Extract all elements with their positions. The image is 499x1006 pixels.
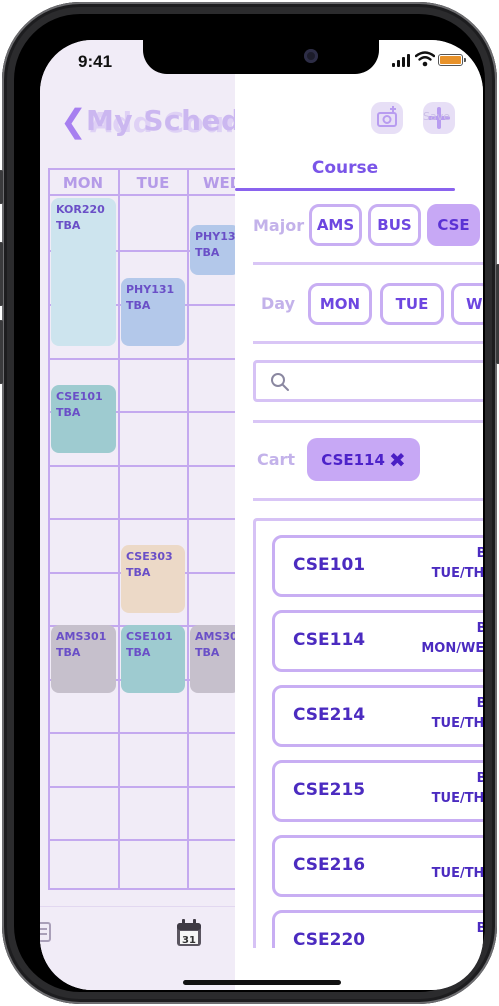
day-label: Day (261, 294, 296, 313)
tab-course-underline (235, 188, 455, 191)
wifi-icon (415, 51, 435, 67)
course-card[interactable]: CSE214 By TUE/THU (272, 685, 483, 747)
course-card[interactable]: CSE101 By TUE/THU (272, 535, 483, 597)
list-tab-icon[interactable] (40, 921, 52, 943)
timetable-grid: MON TUE WED KOR220 TBA PHY131 TBA PHY131 TB… (48, 168, 245, 890)
divider (253, 420, 483, 423)
course-block[interactable]: CSE101 TBA (121, 625, 185, 693)
camera-plus-icon (377, 106, 397, 127)
calendar-day-number: 31 (182, 935, 196, 946)
cart-item-label: CSE114 (321, 450, 385, 469)
cart-item-chip[interactable]: CSE114 ✖ (307, 438, 420, 481)
divider (253, 498, 483, 501)
day-chip-tue[interactable]: TUE (380, 283, 444, 325)
course-block[interactable]: AMS301 TBA (51, 625, 116, 693)
search-input[interactable] (253, 360, 483, 402)
battery-icon (438, 54, 466, 66)
cart-label: Cart (257, 450, 296, 469)
major-label: Major (253, 216, 305, 235)
day-chip-mon[interactable]: MON (308, 283, 372, 325)
screen: 9:41 Add Course My Schedule ❮ MON TUE WE… (40, 40, 483, 990)
phone-frame: 9:41 Add Course My Schedule ❮ MON TUE WE… (0, 2, 499, 1004)
day-header-tue: TUE (136, 174, 170, 192)
notch (143, 40, 379, 74)
course-block[interactable]: CSE101 TBA (51, 385, 116, 453)
add-course-sheet: Save Course Major AMS BUS CSE Day MON TU… (235, 40, 483, 990)
search-icon (271, 373, 289, 391)
remove-icon[interactable]: ✖ (389, 448, 406, 472)
course-card[interactable]: CSE216 TUE/THU (272, 835, 483, 897)
phone-bezel: 9:41 Add Course My Schedule ❮ MON TUE WE… (14, 14, 485, 992)
course-card[interactable]: CSE114 By MON/WED (272, 610, 483, 672)
timetable-screen: Add Course My Schedule ❮ MON TUE WED KOR… (40, 40, 291, 990)
major-chip-cse[interactable]: CSE (427, 204, 480, 246)
home-indicator[interactable] (183, 980, 341, 985)
signal-icon (392, 54, 412, 67)
course-card[interactable]: CSE215 By TUE/THU (272, 760, 483, 822)
course-list[interactable]: CSE101 By TUE/THU CSE114 By MON/WED CSE2… (253, 518, 483, 948)
major-chip-ams[interactable]: AMS (309, 204, 362, 246)
course-block[interactable]: KOR220 TBA (51, 198, 116, 346)
course-block[interactable]: PHY131 TBA (121, 278, 185, 346)
course-block[interactable]: AMS301 TBA (190, 625, 245, 693)
divider (253, 341, 483, 344)
save-label[interactable]: Save (423, 110, 450, 123)
status-time: 9:41 (78, 52, 113, 71)
major-chip-bus[interactable]: BUS (368, 204, 421, 246)
course-block[interactable]: PHY131 TBA (190, 225, 243, 275)
divider (253, 262, 483, 265)
camera-button[interactable] (371, 102, 403, 134)
course-block[interactable]: CSE303 TBA (121, 545, 185, 613)
tab-course[interactable]: Course (235, 158, 455, 178)
course-card[interactable]: CSE220 By (272, 910, 483, 948)
camera-icon (304, 49, 318, 63)
tab-bar: 31 (40, 906, 235, 990)
day-header-mon: MON (62, 174, 104, 192)
day-chip-wed[interactable]: WED (451, 283, 483, 325)
back-chevron-icon[interactable]: ❮ (60, 102, 87, 140)
